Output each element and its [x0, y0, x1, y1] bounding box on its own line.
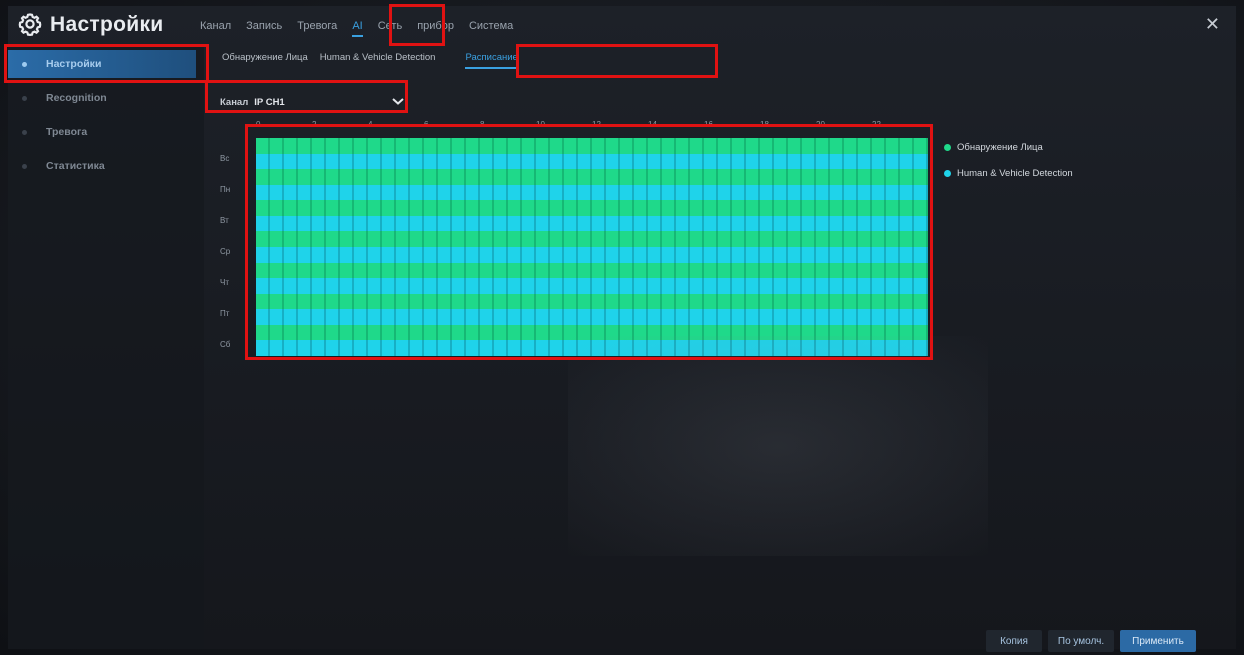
nav-system[interactable]: Система: [469, 20, 513, 37]
legend-face: Обнаружение Лица: [944, 142, 1043, 153]
sidebar: Настройки Recognition Тревога Статистика: [8, 46, 204, 649]
close-icon[interactable]: ✕: [1205, 14, 1220, 35]
day-label: Вс: [220, 154, 230, 163]
day-label: Пн: [220, 185, 231, 194]
bullet-icon: [22, 163, 27, 169]
sidebar-item-label: Recognition: [46, 92, 107, 104]
copy-button[interactable]: Копия: [986, 630, 1042, 652]
legend-label: Обнаружение Лица: [957, 142, 1043, 153]
cyan-dot-icon: [944, 170, 951, 177]
green-dot-icon: [944, 144, 951, 151]
legend-label: Human & Vehicle Detection: [957, 168, 1073, 179]
bullet-icon: [22, 129, 27, 135]
header: Настройки Канал Запись Тревога AI Сеть п…: [8, 6, 1236, 44]
nav-channel[interactable]: Канал: [200, 20, 231, 37]
annotation-box-channel: [205, 80, 408, 113]
top-nav: Канал Запись Тревога AI Сеть прибор Сист…: [200, 20, 528, 37]
sidebar-item-label: Статистика: [46, 160, 105, 172]
day-label: Ср: [220, 247, 231, 256]
nav-record[interactable]: Запись: [246, 20, 282, 37]
sidebar-item-alarm[interactable]: Тревога: [8, 118, 196, 146]
day-label: Сб: [220, 340, 231, 349]
day-label: Пт: [220, 309, 230, 318]
day-label: Чт: [220, 278, 229, 287]
page-title: Настройки: [50, 13, 164, 36]
tab-face-detection[interactable]: Обнаружение Лица: [222, 52, 308, 69]
default-button[interactable]: По умолч.: [1048, 630, 1114, 652]
screen-glare: [568, 336, 988, 556]
annotation-box-settings: [4, 44, 209, 83]
sidebar-item-label: Тревога: [46, 126, 88, 138]
nav-alarm[interactable]: Тревога: [297, 20, 337, 37]
sub-tabs: Обнаружение Лица Human & Vehicle Detecti…: [222, 52, 530, 69]
annotation-box-ai: [389, 4, 445, 46]
tab-schedule[interactable]: Расписание: [465, 52, 518, 69]
sidebar-item-recognition[interactable]: Recognition: [8, 84, 196, 112]
annotation-box-grid: [245, 124, 933, 360]
legend-human-vehicle: Human & Vehicle Detection: [944, 168, 1073, 179]
gear-icon: [18, 13, 42, 36]
nav-ai[interactable]: AI: [352, 20, 363, 37]
apply-button[interactable]: Применить: [1120, 630, 1196, 652]
tab-human-vehicle-detection[interactable]: Human & Vehicle Detection: [320, 52, 436, 69]
bullet-icon: [22, 95, 27, 101]
day-label: Вт: [220, 216, 229, 225]
sidebar-item-statistics[interactable]: Статистика: [8, 152, 196, 180]
annotation-box-schedule-tab: [516, 44, 718, 78]
